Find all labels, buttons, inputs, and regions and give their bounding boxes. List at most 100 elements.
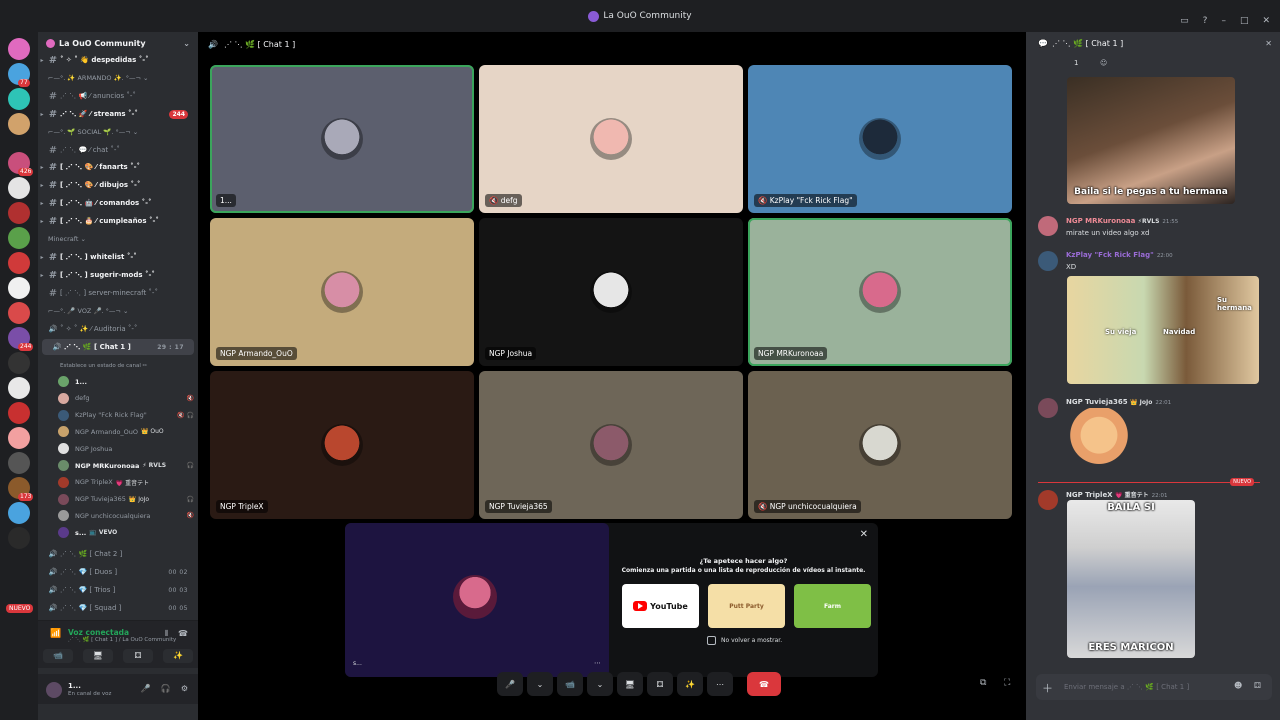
- close-chat-icon[interactable]: ✕: [1265, 39, 1272, 48]
- text-channel[interactable]: ▸ #[ ⋰ ⋱ 🎨 ⁄ dibujos ˚-˚: [38, 177, 198, 193]
- server-icon[interactable]: [8, 252, 30, 274]
- soundboard-toggle[interactable]: ✨: [677, 672, 703, 696]
- server-icon[interactable]: [8, 277, 30, 299]
- channel-category[interactable]: ⌐—°. ✨ ARMANDO ✨. °—¬ ⌄: [38, 70, 198, 86]
- activity-button[interactable]: ⚃: [123, 649, 153, 663]
- voice-user[interactable]: defg 🔇: [58, 391, 194, 406]
- server-icon[interactable]: [8, 113, 30, 135]
- server-icon[interactable]: [8, 452, 30, 474]
- voice-channel[interactable]: 🔊 ⋰ ⋱ 🌿 [ Chat 2 ]: [38, 546, 198, 562]
- text-channel[interactable]: ▸ # ⋰ ⋱ 🚀 ⁄ streams ˚-˚ 244: [38, 106, 198, 122]
- checkbox[interactable]: [707, 636, 716, 645]
- server-icon[interactable]: [8, 377, 30, 399]
- participant-tile[interactable]: NGP Joshua: [479, 218, 743, 366]
- text-channel[interactable]: ▸ #[ ⋰ ⋱ ] sugerir-mods ˚-˚: [38, 267, 198, 283]
- text-channel[interactable]: ▸ #[ ⋰ ⋱ 🎂 ⁄ cumpleaños ˚-˚: [38, 213, 198, 229]
- emoji-icon[interactable]: ☻: [1234, 681, 1242, 690]
- message-author[interactable]: KzPlay "Fck Rick Flag" 22:00: [1066, 251, 1173, 259]
- avatar[interactable]: [1038, 398, 1058, 418]
- add-attachment-icon[interactable]: ＋: [1042, 680, 1053, 696]
- text-channel[interactable]: # ⋰ ⋱ 📢 ⁄ anuncios ˚-˚: [38, 88, 198, 104]
- youtube-activity[interactable]: YouTube: [622, 584, 699, 628]
- server-icon[interactable]: [8, 177, 30, 199]
- voice-user[interactable]: NGP MRKuronoaa ⚡ RVLS 🎧: [58, 458, 194, 473]
- voice-user[interactable]: NGP TripleX 💗 重音テト: [58, 475, 194, 490]
- voice-user[interactable]: s... 📺 VEVO: [58, 525, 194, 540]
- text-channel[interactable]: ▸ #[ ⋰ ⋱ 🤖 ⁄ comandos ˚-˚: [38, 195, 198, 211]
- server-icon[interactable]: [8, 402, 30, 424]
- server-icon[interactable]: [8, 302, 30, 324]
- participant-tile[interactable]: 1...: [210, 65, 474, 213]
- mic-options-chevron-icon[interactable]: ⌄: [527, 672, 553, 696]
- voice-user[interactable]: NGP Joshua: [58, 441, 194, 456]
- more-options-button[interactable]: ⋯: [707, 672, 733, 696]
- server-icon[interactable]: [8, 352, 30, 374]
- voice-channel[interactable]: 🔊 ⋰ ⋱ 💎 [ Squad ] 00 05: [38, 600, 198, 616]
- camera-options-chevron-icon[interactable]: ⌄: [587, 672, 613, 696]
- noise-suppression-icon[interactable]: ⫴: [165, 629, 168, 639]
- popout-icon[interactable]: ⧉: [980, 678, 986, 688]
- avatar[interactable]: [1038, 490, 1058, 510]
- message-author[interactable]: NGP TripleX 💗 重音テト 22:01: [1066, 490, 1167, 499]
- screen-share-button[interactable]: 🖥: [83, 649, 113, 663]
- server-icon[interactable]: [8, 38, 30, 60]
- channel-category[interactable]: ⌐—°. 🎤 VOZ 🎤. °—¬ ⌄: [38, 303, 198, 319]
- server-icon[interactable]: [8, 527, 30, 549]
- channel-status[interactable]: Establece un estado de canal ✏: [60, 363, 147, 369]
- close-icon[interactable]: ✕: [860, 529, 868, 540]
- voice-user[interactable]: KzPlay "Fck Rick Flag" 🔇 🎧: [58, 408, 194, 423]
- avatar[interactable]: [1038, 251, 1058, 271]
- screen-share-toggle[interactable]: 🖥: [617, 672, 643, 696]
- voice-channel[interactable]: 🔊 ⋰ ⋱ 🌿 [ Chat 1 ] 29 : 17: [42, 339, 194, 355]
- mic-icon[interactable]: 🎤: [141, 684, 151, 693]
- participant-tile[interactable]: 🔇 KzPlay "Fck Rick Flag": [748, 65, 1012, 213]
- message-author[interactable]: NGP Tuvieja365 👑 JoJo 22:01: [1066, 398, 1171, 406]
- inbox-icon[interactable]: ▭: [1180, 16, 1189, 26]
- camera-toggle-button[interactable]: 📹: [557, 672, 583, 696]
- voice-user[interactable]: NGP unchicocualquiera 🔇: [58, 508, 194, 523]
- apps-icon[interactable]: ⚃: [1254, 681, 1261, 690]
- text-channel[interactable]: ▸ #[ ⋰ ⋱ ] whitelist ˚-˚: [38, 249, 198, 265]
- video-embed[interactable]: Baila si le pegas a tu hermana: [1067, 77, 1235, 204]
- participant-tile[interactable]: 🔇 NGP unchicocualquiera: [748, 371, 1012, 519]
- farm-activity[interactable]: Farm: [794, 584, 871, 628]
- settings-icon[interactable]: ⚙: [181, 684, 188, 693]
- server-icon[interactable]: [8, 427, 30, 449]
- activity-toggle[interactable]: ⚃: [647, 672, 673, 696]
- minimize-button[interactable]: –: [1221, 16, 1226, 26]
- signal-icon[interactable]: 📶: [50, 629, 61, 639]
- participant-tile[interactable]: 🔇 defg: [479, 65, 743, 213]
- add-reaction-icon[interactable]: ☺: [1100, 59, 1107, 67]
- voice-user[interactable]: NGP Tuvieja365 👑 JoJo 🎧: [58, 492, 194, 507]
- voice-channel[interactable]: 🔊 ˚ ✧ ˚ ✨ ⁄ Auditoria ˚-˚: [38, 321, 198, 337]
- avatar[interactable]: [46, 682, 62, 698]
- close-window-button[interactable]: ✕: [1262, 16, 1270, 26]
- dont-show-again[interactable]: No volver a mostrar.: [707, 636, 782, 645]
- putt-party-activity[interactable]: Putt Party: [708, 584, 785, 628]
- server-icon[interactable]: [8, 202, 30, 224]
- maximize-button[interactable]: □: [1240, 16, 1249, 26]
- participant-tile[interactable]: NGP TripleX: [210, 371, 474, 519]
- text-channel[interactable]: # ⋰ ⋱ 💬 ⁄ chat ˚-˚: [38, 142, 198, 158]
- server-icon[interactable]: [8, 502, 30, 524]
- disconnect-icon[interactable]: ☎: [178, 629, 188, 639]
- avatar[interactable]: [1038, 216, 1058, 236]
- reaction-count[interactable]: 1: [1074, 59, 1078, 67]
- server-icon[interactable]: [8, 88, 30, 110]
- soundboard-button[interactable]: ✨: [163, 649, 193, 663]
- voice-channel[interactable]: 🔊 ⋰ ⋱ 💎 [ Duos ] 00 02: [38, 564, 198, 580]
- more-icon[interactable]: ⋯: [594, 659, 601, 667]
- text-channel[interactable]: #[ ⋰ ⋱ ] server-minecraft ˚-˚: [38, 285, 198, 301]
- channel-category[interactable]: ⌐—°. 🌱 SOCIAL 🌱. °—¬ ⌄: [38, 124, 198, 140]
- sticker-image[interactable]: [1067, 408, 1131, 476]
- server-icon[interactable]: [8, 227, 30, 249]
- voice-user[interactable]: 1...: [58, 374, 194, 389]
- text-channel[interactable]: ▸ #[ ⋰ ⋱ 🎨 ⁄ fanarts ˚-˚: [38, 159, 198, 175]
- mute-mic-button[interactable]: 🎤: [497, 672, 523, 696]
- voice-connected-subtitle[interactable]: ⋰ ⋱ 🌿 [ Chat 1 ] / La OuO Community: [68, 637, 176, 643]
- message-input[interactable]: [1064, 680, 1224, 694]
- meme-image[interactable]: Su vieja Navidad Su hermana: [1067, 276, 1259, 384]
- text-channel[interactable]: ▸ # ˚ ✧ ˚ 👋 despedidas ˚-˚: [38, 52, 198, 68]
- channel-category[interactable]: Minecraft ⌄: [38, 231, 198, 247]
- gif-embed[interactable]: BAILA SI ERES MARICON: [1067, 500, 1195, 658]
